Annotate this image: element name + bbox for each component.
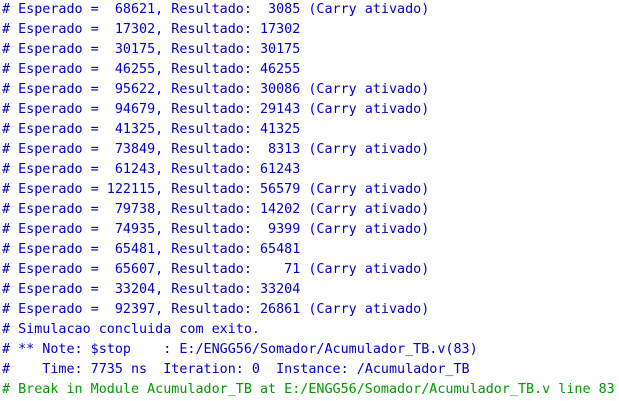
console-line: # Esperado = 122115, Resultado: 56579 (C… [2, 182, 430, 197]
console-line: # Esperado = 79738, Resultado: 14202 (Ca… [2, 202, 430, 217]
console-line: # Esperado = 74935, Resultado: 9399 (Car… [2, 222, 430, 237]
console-line: # Esperado = 41325, Resultado: 41325 [2, 122, 301, 137]
console-line: # Esperado = 30175, Resultado: 30175 [2, 42, 301, 57]
time-iteration-message: # Time: 7735 ns Iteration: 0 Instance: /… [2, 362, 470, 377]
console-line: # Esperado = 61243, Resultado: 61243 [2, 162, 301, 177]
console-line: # Esperado = 65481, Resultado: 65481 [2, 242, 301, 257]
console-line: # Esperado = 46255, Resultado: 46255 [2, 62, 301, 77]
simulation-complete-message: # Simulacao concluida com exito. [2, 322, 260, 337]
console-line: # Esperado = 17302, Resultado: 17302 [2, 22, 301, 37]
stop-note-message: # ** Note: $stop : E:/ENGG56/Somador/Acu… [2, 342, 478, 357]
console-line: # Esperado = 65607, Resultado: 71 (Carry… [2, 262, 430, 277]
console-line: # Esperado = 94679, Resultado: 29143 (Ca… [2, 102, 430, 117]
console-line: # Esperado = 68621, Resultado: 3085 (Car… [2, 2, 430, 17]
transcript-console[interactable]: # Esperado = 68621, Resultado: 3085 (Car… [2, 0, 619, 401]
break-message: # Break in Module Acumulador_TB at E:/EN… [2, 382, 615, 397]
console-line: # Esperado = 95622, Resultado: 30086 (Ca… [2, 82, 430, 97]
console-line: # Esperado = 92397, Resultado: 26861 (Ca… [2, 302, 430, 317]
console-line: # Esperado = 33204, Resultado: 33204 [2, 282, 301, 297]
console-line: # Esperado = 73849, Resultado: 8313 (Car… [2, 142, 430, 157]
